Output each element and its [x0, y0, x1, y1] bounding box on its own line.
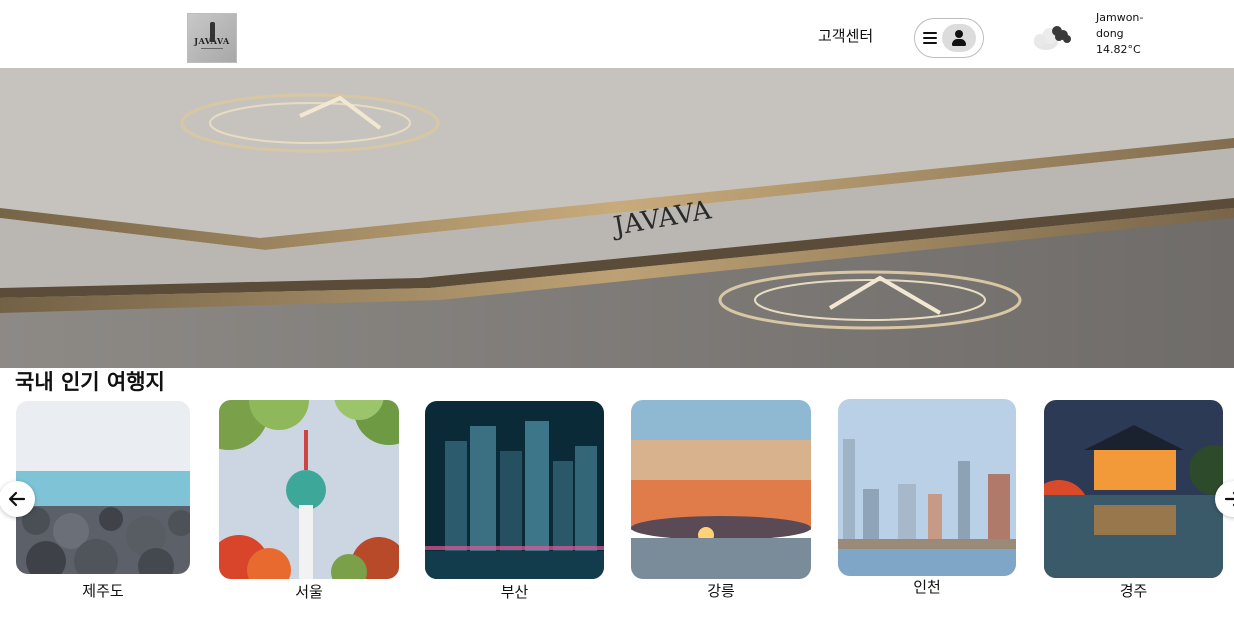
destination-photo: [838, 399, 1016, 576]
destination-photo: [425, 401, 604, 579]
weather-location-line1: Jamwon-: [1096, 11, 1144, 24]
header: JAVAVA 고객센터 Jamwon: [0, 0, 1234, 68]
destination-photo: [16, 401, 190, 574]
user-menu-button[interactable]: [914, 18, 984, 58]
destination-name: 제주도: [82, 582, 124, 600]
user-icon: [942, 24, 976, 52]
destination-card-incheon[interactable]: 인천: [838, 399, 1016, 599]
weather-location-line2: dong: [1096, 27, 1124, 40]
destination-name: 경주: [1119, 582, 1148, 600]
logo[interactable]: JAVAVA: [187, 13, 237, 63]
weather-temperature: 14.82°C: [1096, 43, 1141, 56]
arrow-left-icon: [8, 491, 26, 507]
weather-info: Jamwon- dong 14.82°C: [1096, 10, 1166, 58]
destination-name: 강릉: [707, 582, 735, 600]
destination-card-gangneung[interactable]: 강릉: [631, 400, 811, 602]
section-title: 국내 인기 여행지: [15, 370, 165, 394]
cloud-icon: [1030, 22, 1074, 52]
destination-card-gyeongju[interactable]: 경주: [1044, 400, 1223, 602]
destination-name: 부산: [500, 583, 529, 601]
destination-photo: [1044, 400, 1223, 578]
destination-card-jeju[interactable]: 제주도: [16, 401, 190, 601]
customer-center-link[interactable]: 고객센터: [818, 25, 873, 46]
arrow-right-icon: [1224, 491, 1234, 507]
logo-underline: [201, 48, 223, 49]
destination-photo: [631, 400, 811, 579]
hamburger-icon: [923, 32, 937, 44]
carousel-prev-button[interactable]: [0, 481, 35, 517]
destination-card-busan[interactable]: 부산: [425, 401, 604, 602]
hero-image: JAVAVA: [0, 68, 1234, 368]
destination-name: 서울: [295, 583, 323, 601]
destination-photo: [219, 400, 399, 579]
destination-card-seoul[interactable]: 서울: [219, 400, 399, 602]
destination-name: 인천: [913, 578, 941, 596]
page: JAVAVA 고객센터 Jamwon: [0, 0, 1234, 642]
logo-figure: [210, 22, 215, 42]
hero-banner: JAVAVA: [0, 68, 1234, 368]
